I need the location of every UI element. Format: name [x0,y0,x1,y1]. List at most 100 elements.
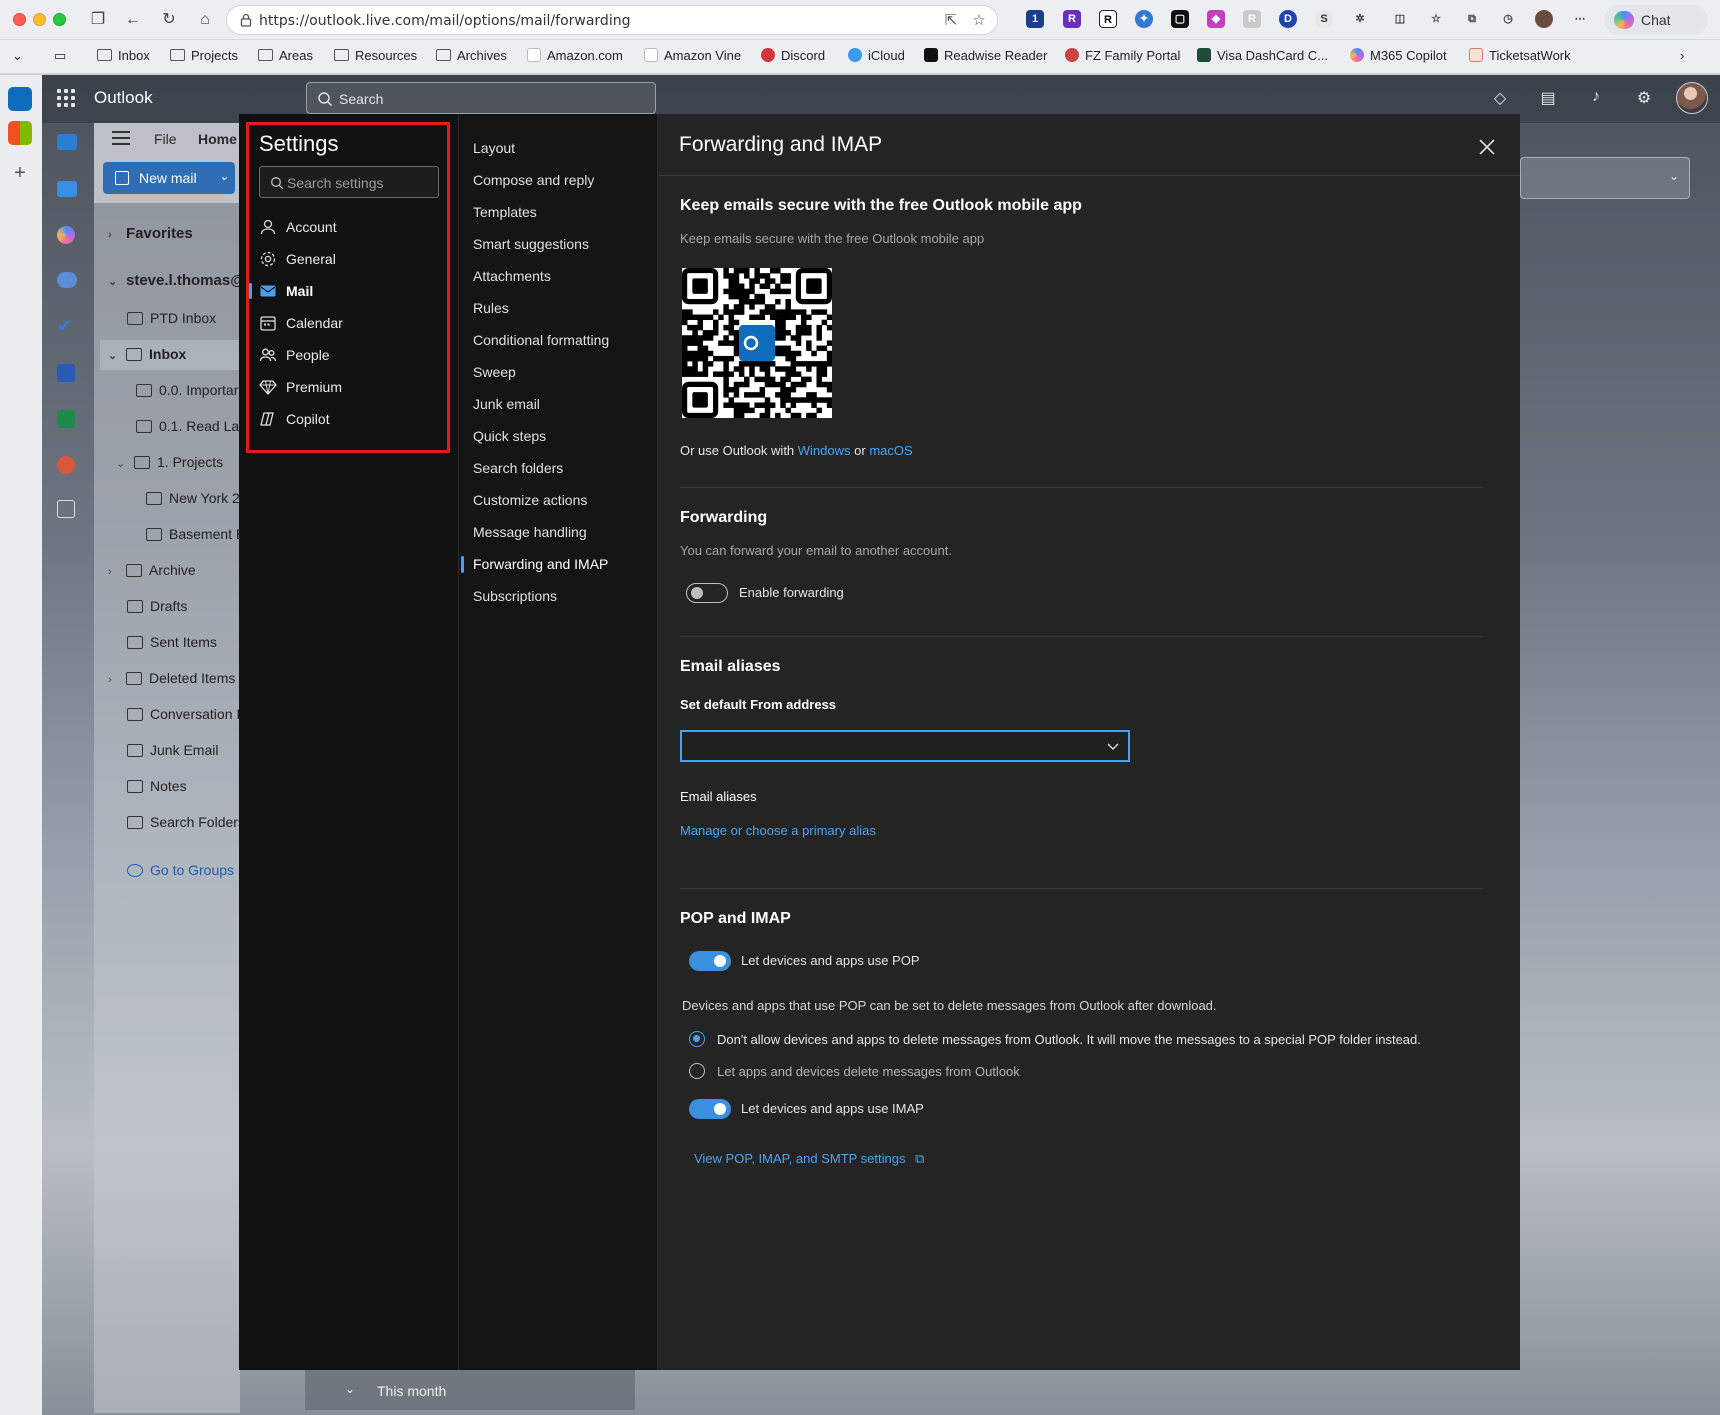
more-options-icon[interactable]: ⋯ [1571,10,1589,28]
copilot-app-icon[interactable] [57,226,75,244]
ribbon-tab-home[interactable]: Home [198,131,237,147]
radio-dont-allow-delete[interactable] [689,1031,705,1047]
readwise-extension-icon[interactable]: R [1099,10,1117,28]
password-manager-icon[interactable]: 1 [1026,10,1044,28]
mail-app-icon[interactable] [57,134,77,150]
bookmark-ticketsatwork[interactable]: TicketsatWork [1469,48,1571,66]
collections-icon[interactable]: ⧉ [1463,10,1481,28]
powerpoint-app-icon[interactable] [57,456,75,474]
account-avatar[interactable] [1676,82,1708,114]
calendar-app-icon[interactable] [57,181,77,197]
folder-projects[interactable]: ⌄ 1. Projects [116,454,240,470]
more-apps-icon[interactable] [57,500,75,518]
maximize-window-button[interactable] [53,13,66,26]
outlook-app-icon[interactable] [8,87,32,111]
extension-s-icon[interactable]: S [1315,10,1333,28]
subcategory-layout[interactable]: Layout [473,140,515,156]
bookmark-amazon[interactable]: Amazon.com [527,48,623,66]
radio-allow-delete[interactable] [689,1063,705,1079]
enable-forwarding-toggle[interactable] [686,583,728,603]
subcategory-attachments[interactable]: Attachments [473,268,551,284]
folder-basement[interactable]: Basement E [146,526,240,542]
premium-diamond-icon[interactable]: ◇ [1489,88,1511,110]
subcategory-customize-actions[interactable]: Customize actions [473,492,587,508]
home-icon[interactable]: ⌂ [193,8,217,32]
tab-actions-icon[interactable]: ❐ [86,8,110,32]
subcategory-junk-email[interactable]: Junk email [473,396,540,412]
hamburger-menu-icon[interactable] [112,131,130,145]
folder-search-folders[interactable]: Search Folders [127,814,240,830]
subcategory-quick-steps[interactable]: Quick steps [473,428,546,444]
folder-important[interactable]: 0.0. Importar [136,382,240,398]
subcategory-conditional-formatting[interactable]: Conditional formatting [473,332,609,348]
reload-icon[interactable]: ↻ [157,8,181,32]
copilot-chat-button[interactable]: Chat [1604,5,1708,35]
extension-black-icon[interactable]: ▢ [1171,10,1189,28]
folder-notes[interactable]: Notes [127,778,240,794]
bookmark-archives[interactable]: Archives [436,48,507,66]
bookmark-amazon-vine[interactable]: Amazon Vine [644,48,741,66]
bookmark-m365-copilot[interactable]: M365 Copilot [1350,48,1447,66]
windows-link[interactable]: Windows [798,443,851,458]
subcategory-compose-and-reply[interactable]: Compose and reply [473,172,594,188]
default-from-select[interactable] [680,730,1130,762]
bookmark-readwise[interactable]: Readwise Reader [924,48,1047,66]
favorites-icon[interactable]: ☆ [1427,10,1445,28]
manage-alias-link[interactable]: Manage or choose a primary alias [680,823,876,838]
microsoft-apps-icon[interactable] [8,121,32,145]
address-bar[interactable]: https://outlook.live.com/mail/options/ma… [226,5,998,35]
reading-pane-dropdown[interactable]: ⌄ [1520,157,1690,199]
subcategory-message-handling[interactable]: Message handling [473,524,587,540]
subcategory-forwarding-and-imap[interactable]: Forwarding and IMAP [460,556,608,573]
ribbon-tab-file[interactable]: File [154,131,177,147]
extension-pink-icon[interactable]: ◆ [1207,10,1225,28]
reading-list-icon[interactable]: ▭ [54,48,66,66]
new-mail-button[interactable]: New mail ⌄ [103,162,235,194]
subcategory-sweep[interactable]: Sweep [473,364,516,380]
subcategory-search-folders[interactable]: Search folders [473,460,563,476]
excel-app-icon[interactable] [57,410,75,428]
extension-r-icon[interactable]: R [1063,10,1081,28]
bookmark-icloud[interactable]: iCloud [848,48,905,66]
macos-link[interactable]: macOS [869,443,912,458]
history-icon[interactable]: ◷ [1499,10,1517,28]
extension-grey-icon[interactable]: R [1243,10,1261,28]
back-icon[interactable]: ← [121,8,145,32]
settings-gear-icon[interactable]: ⚙ [1633,88,1655,110]
folder-deleted-items[interactable]: › Deleted Items [108,670,240,686]
word-app-icon[interactable] [57,364,75,382]
close-icon[interactable] [1476,136,1498,158]
share-icon[interactable]: ⇱ [941,11,961,31]
folder-ptd-inbox[interactable]: PTD Inbox [127,310,240,326]
folder-archive[interactable]: › Archive [108,562,240,578]
bookmark-resources[interactable]: Resources [334,48,417,66]
folder-inbox[interactable]: ⌄ Inbox [100,340,240,370]
add-icon[interactable]: + [8,161,32,185]
app-launcher-icon[interactable] [57,89,75,107]
bookmark-fz-family[interactable]: FZ Family Portal [1065,48,1180,66]
extension-blue-icon[interactable]: ✦ [1135,10,1153,28]
my-day-icon[interactable]: ▤ [1537,88,1559,110]
go-to-groups-link[interactable]: Go to Groups [127,862,240,878]
folder-drafts[interactable]: Drafts [127,598,240,614]
bookmark-inbox[interactable]: Inbox [97,48,150,66]
account-header[interactable]: ⌄ steve.l.thomas@ [108,272,240,289]
folder-junk-email[interactable]: Junk Email [127,742,240,758]
subcategory-rules[interactable]: Rules [473,300,509,316]
bookmark-discord[interactable]: Discord [761,48,825,66]
tab-list-chevron-icon[interactable]: ⌄ [12,48,23,66]
minimize-window-button[interactable] [33,13,46,26]
folder-read-later[interactable]: 0.1. Read Lat [136,418,240,434]
notifications-bell-icon[interactable]: ♪ [1585,88,1607,110]
people-app-icon[interactable] [57,272,77,288]
split-screen-icon[interactable]: ◫ [1391,10,1409,28]
subcategory-templates[interactable]: Templates [473,204,537,220]
bookmark-areas[interactable]: Areas [258,48,313,66]
todo-app-icon[interactable]: ✔ [57,317,77,335]
extension-d-icon[interactable]: D [1279,10,1297,28]
profile-avatar-icon[interactable] [1535,10,1553,28]
pop-toggle[interactable] [689,951,731,971]
bookmark-visa[interactable]: Visa DashCard C... [1197,48,1328,66]
imap-toggle[interactable] [689,1099,731,1119]
mail-search-input[interactable]: Search [306,82,656,114]
